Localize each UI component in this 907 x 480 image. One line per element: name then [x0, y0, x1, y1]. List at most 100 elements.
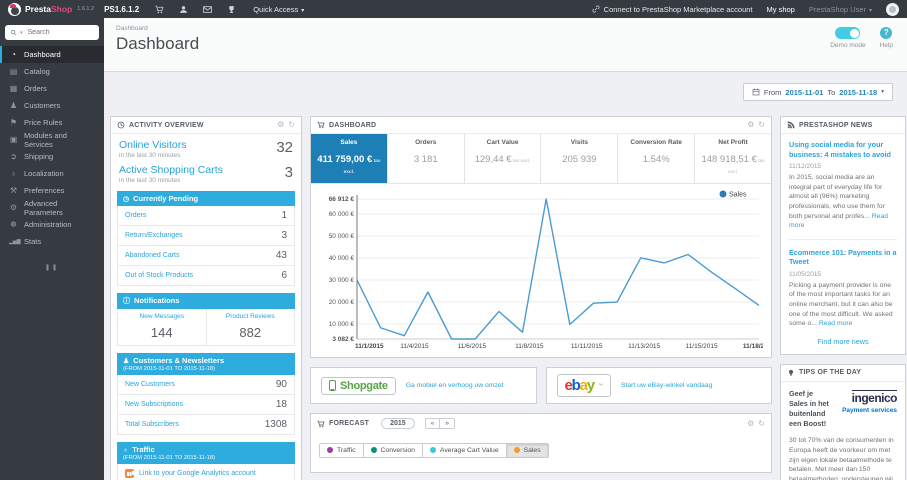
sidebar-collapse-button[interactable]: ❚❚	[0, 264, 104, 271]
panel-title: FORECAST	[329, 420, 370, 427]
kpi-tab-visits[interactable]: Visits 205 939	[541, 134, 619, 183]
filter-label: Traffic	[337, 446, 356, 454]
sidebar-item-modules-and-services[interactable]: ▣ Modules and Services	[0, 131, 104, 149]
my-shop-link[interactable]: My shop	[767, 5, 795, 14]
forecast-filter-average-cart-value[interactable]: Average Cart Value	[422, 442, 507, 458]
metric-value: 1308	[264, 419, 287, 430]
kpi-tab-cart-value[interactable]: Cart Value 129,44 € tax excl.	[465, 134, 542, 183]
svg-text:3 082 €: 3 082 €	[332, 336, 354, 343]
sidebar-item-localization[interactable]: ♁ Localization	[0, 165, 104, 182]
news-article: Using social media for your business: 4 …	[789, 140, 897, 231]
search-input[interactable]	[25, 28, 94, 37]
breadcrumb[interactable]: Dashboard	[104, 18, 907, 32]
svg-text:10 000 €: 10 000 €	[329, 321, 355, 328]
sidebar-item-shipping[interactable]: ➲ Shipping	[0, 148, 104, 165]
forecast-filter-conversion[interactable]: Conversion	[363, 442, 423, 458]
demo-mode-toggle[interactable]	[835, 27, 861, 39]
article-title[interactable]: Using social media for your business: 4 …	[789, 140, 897, 159]
sidebar-item-stats[interactable]: ▂▅▇ Stats	[0, 233, 104, 250]
google-analytics-row: Link to your Google Analytics account	[117, 464, 295, 480]
kpi-tab-net-profit[interactable]: Net Profit 148 918,51 € tax excl.	[695, 134, 771, 183]
forecast-next-button[interactable]: »	[440, 418, 455, 429]
stat-link[interactable]: Online Visitors	[119, 139, 293, 151]
search-scope-caret-icon[interactable]: ▾	[20, 30, 23, 36]
section-subtitle: (FROM 2015-11-01 TO 2015-11-18)	[123, 366, 216, 372]
kpi-label: Visits	[570, 139, 589, 146]
sidebar-item-customers[interactable]: ♟ Customers	[0, 97, 104, 114]
sidebar-item-administration[interactable]: ☸ Administration	[0, 216, 104, 233]
sidebar-search[interactable]: ▾	[5, 25, 99, 40]
metric-link[interactable]: Abandoned Carts	[125, 252, 179, 259]
series-dot-icon	[370, 447, 377, 453]
forecast-filter-traffic[interactable]: Traffic	[319, 442, 364, 458]
metric-value: 6	[281, 270, 287, 281]
google-analytics-link[interactable]: Link to your Google Analytics account	[139, 470, 256, 477]
find-more-news-link[interactable]: Find more news	[781, 333, 905, 354]
marketplace-link[interactable]: Connect to PrestaShop Marketplace accoun…	[592, 5, 753, 14]
stat-value: 32	[276, 139, 293, 156]
list-item: Out of Stock Products 6	[117, 266, 295, 286]
article-title[interactable]: Ecommerce 101: Payments in a Tweet	[789, 248, 897, 267]
activity-icon	[117, 121, 125, 129]
metric-link[interactable]: Orders	[125, 212, 146, 219]
read-more-link[interactable]: Read more	[819, 320, 853, 327]
metric-link[interactable]: Product Reviews	[209, 313, 293, 320]
date-range-picker[interactable]: From 2015-11-01 To 2015-11-18 ▾	[742, 83, 893, 101]
brand-version: 1.6.1.2	[77, 6, 95, 12]
panel-refresh-icon[interactable]	[288, 121, 295, 129]
panel-refresh-icon[interactable]	[758, 121, 765, 129]
metric-link[interactable]: New Customers	[125, 381, 175, 388]
app-logo[interactable]: PrestaShop 1.6.1.2 PS1.6.1.2	[0, 2, 147, 16]
panel-settings-icon[interactable]	[277, 121, 284, 129]
banner-link[interactable]: Start uw eBay-winkel vandaag	[621, 382, 712, 389]
sidebar-item-catalog[interactable]: ▤ Catalog	[0, 63, 104, 80]
advanced-parameters-icon: ⚙	[9, 203, 18, 212]
panel-settings-icon[interactable]	[747, 121, 754, 129]
messages-icon[interactable]	[195, 4, 219, 14]
sidebar-item-orders[interactable]: ▦ Orders	[0, 80, 104, 97]
kpi-label: Sales	[340, 139, 358, 146]
sidebar-item-preferences[interactable]: ⚒ Preferences	[0, 182, 104, 199]
forecast-prev-button[interactable]: «	[424, 418, 441, 429]
kpi-tab-orders[interactable]: Orders 3 181	[388, 134, 465, 183]
metric-rows: Orders 1 Return/Exchanges 3 Abandoned Carts 4…	[117, 206, 295, 286]
kpi-tab-conversion-rate[interactable]: Conversion Rate 1.54%	[618, 134, 696, 183]
topbar: PrestaShop 1.6.1.2 PS1.6.1.2 Quick Acces…	[0, 0, 907, 18]
banner-link[interactable]: Ga mobiel en verhoog uw omzet	[406, 382, 504, 389]
sidebar-item-advanced-parameters[interactable]: ⚙ Advanced Parameters	[0, 199, 104, 217]
read-more-link[interactable]: Read more	[789, 213, 888, 230]
metric-link[interactable]: New Subscriptions	[125, 401, 183, 408]
sidebar-item-dashboard[interactable]: ◔ Dashboard	[0, 46, 104, 63]
sidebar-item-label: Stats	[24, 237, 42, 246]
metric-value: 144	[150, 325, 173, 340]
user-avatar[interactable]	[886, 2, 899, 16]
series-dot-icon	[327, 447, 333, 453]
quick-access-menu[interactable]: Quick Access	[253, 5, 304, 14]
sales-chart: 66 912 € 60 000 € 50 000 € 40 000 € 30 000 €…	[311, 184, 771, 357]
metric-link[interactable]: Total Subscribers	[125, 421, 179, 428]
metric-link[interactable]: New Messages	[120, 313, 204, 320]
panel-refresh-icon[interactable]	[758, 420, 765, 428]
kpi-tab-sales[interactable]: Sales 411 759,00 € tax excl.	[311, 134, 388, 183]
kpi-label: Orders	[415, 139, 437, 146]
stats-icon: ▂▅▇	[9, 238, 21, 245]
modules-icon: ▣	[9, 135, 18, 144]
metric-link[interactable]: Out of Stock Products	[125, 272, 193, 279]
sidebar-item-price-rules[interactable]: ⚑ Price Rules	[0, 114, 104, 131]
stat-link[interactable]: Active Shopping Carts	[119, 164, 293, 176]
metric-link[interactable]: Return/Exchanges	[125, 232, 183, 239]
sidebar-item-label: Administration	[24, 220, 72, 229]
help-icon[interactable]: ?	[880, 27, 893, 39]
forecast-filter-sales[interactable]: Sales	[506, 442, 549, 458]
notification-cell: New Messages 144	[118, 309, 206, 345]
metric-rows: New Customers 90 New Subscriptions 18 Total …	[117, 375, 295, 435]
cart-icon[interactable]	[147, 4, 171, 14]
notifications-header: ⓘ Notifications	[117, 293, 295, 309]
customer-icon[interactable]	[171, 4, 195, 14]
user-menu[interactable]: PrestaShop User	[809, 5, 872, 14]
trophy-icon[interactable]	[219, 4, 243, 14]
panel-settings-icon[interactable]	[747, 420, 754, 428]
kpi-tabs: Sales 411 759,00 € tax excl. Orders 3 181 Ca…	[311, 134, 771, 184]
brand-name: PrestaShop	[25, 4, 73, 14]
list-item: New Customers 90	[117, 375, 295, 395]
